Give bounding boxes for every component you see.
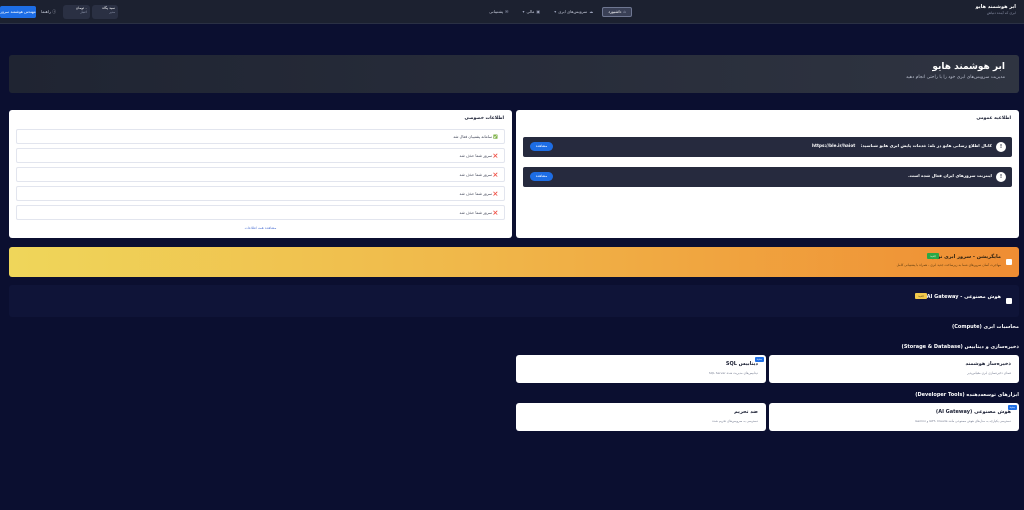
help-icon: ⓘ <box>52 9 57 14</box>
smart-engineer-button[interactable]: مهندس هوشمند سرور <box>0 6 36 18</box>
chat-icon: ✉ <box>505 9 509 14</box>
section-title-dev-tools: ابزارهای توسعه‌دهنده (Developer Tools) <box>915 392 1019 398</box>
panel-title: اطلاعیه عمومی <box>976 116 1011 121</box>
status-row[interactable]: ❌ سرور شما حذف شد <box>16 148 505 163</box>
megaphone-icon: ! <box>996 172 1006 182</box>
chevron-down-icon: ▾ <box>522 9 525 14</box>
service-description: فضای ذخیره‌سازی ابری مقیاس‌پذیر <box>967 371 1011 375</box>
notice-text: کانال اطلاع رسانی هایو در بله: خدمات پای… <box>811 143 992 148</box>
status-row[interactable]: ❌ سرور شما حذف شد <box>16 205 505 220</box>
nav-label: مالی <box>526 9 535 14</box>
notice-text: اینترنت سرورهای ایران فعال شده است. <box>908 173 992 178</box>
status-text: سرور شما حذف شد <box>459 153 493 158</box>
service-name: ضد تحریم <box>734 409 758 415</box>
notice-link[interactable]: https://ble.ir/haiot <box>812 143 855 148</box>
home-icon: ⌂ <box>623 9 626 14</box>
cross-icon: ❌ <box>493 153 498 158</box>
nav-label: سرویس‌های ابری <box>558 9 588 14</box>
cloud-icon: ☁ <box>589 9 594 14</box>
public-notices-panel: اطلاعیه عمومی ! کانال اطلاع رسانی هایو د… <box>516 110 1019 238</box>
megaphone-icon: ! <box>996 142 1006 152</box>
page-title: ابر هوشمند هایو <box>932 62 1005 72</box>
cross-icon: ❌ <box>493 172 498 177</box>
private-info-panel: اطلاعات خصوصی ✅ سامانه پشتیبان فعال شد ❌… <box>9 110 512 238</box>
service-card-sql[interactable]: جدید دیتابیس SQL دیتابیس‌های مدیریت شده … <box>516 355 766 383</box>
status-text: سرور شما حذف شد <box>459 191 493 196</box>
wallet-icon: ▣ <box>536 9 541 14</box>
user-role: مدیر <box>109 10 115 14</box>
main-nav: ⌂ داشبورد ☁ سرویس‌های ابری ▾ ▣ مالی ▾ ✉ … <box>484 7 632 17</box>
section-title-storage: ذخیره‌سازی و دیتابیس (Storage & Database… <box>901 344 1019 350</box>
status-text: سرور شما حذف شد <box>459 210 493 215</box>
service-name: دیتابیس SQL <box>725 361 758 367</box>
cross-icon: ❌ <box>493 210 498 215</box>
notice-view-button[interactable]: مشاهده <box>530 172 553 181</box>
service-name: ذخیره‌ساز هوشمند <box>965 361 1012 367</box>
ai-gateway-banner[interactable]: هوش مصنوعی - AI Gateway جدید <box>9 285 1019 317</box>
status-text: سامانه پشتیبان فعال شد <box>453 134 493 139</box>
nav-label: داشبورد <box>608 9 622 14</box>
top-bar: ابر هوشمند هایو ابری که آینده دنیاش ⌂ دا… <box>0 0 1024 24</box>
banner-title: مایگریشن - سرور ابری نوین <box>930 254 1001 260</box>
brand-title: ابر هوشمند هایو <box>975 4 1016 10</box>
service-card-smart-storage[interactable]: ذخیره‌ساز هوشمند فضای ذخیره‌سازی ابری مق… <box>769 355 1019 383</box>
nav-cloud-services[interactable]: ☁ سرویس‌های ابری ▾ <box>549 7 598 17</box>
notice-item: ! اینترنت سرورهای ایران فعال شده است. مش… <box>523 167 1012 187</box>
guide-label: راهنما <box>41 9 51 14</box>
credit-label: اعتبار <box>80 10 87 14</box>
hero-banner: ابر هوشمند هایو مدیریت سرویس‌های ابری خو… <box>9 55 1019 93</box>
brand-subtitle: ابری که آینده دنیاش <box>986 11 1016 15</box>
user-menu[interactable]: سید پگاه مدیر <box>92 5 118 19</box>
nav-finance[interactable]: ▣ مالی ▾ <box>517 7 545 17</box>
new-badge: جدید <box>915 293 927 299</box>
guide-link[interactable]: ⓘ راهنما <box>41 9 56 15</box>
new-badge: جدید <box>927 253 939 259</box>
status-text: سرور شما حذف شد <box>459 172 493 177</box>
chevron-down-icon: ▾ <box>554 9 557 14</box>
nav-label: پشتیبانی <box>489 9 504 14</box>
status-row[interactable]: ❌ سرور شما حذف شد <box>16 167 505 182</box>
view-all-info-link[interactable]: مشاهده همه اطلاعات <box>9 226 512 230</box>
notice-item: ! کانال اطلاع رسانی هایو در بله: خدمات پ… <box>523 137 1012 157</box>
panel-title: اطلاعات خصوصی <box>464 116 504 121</box>
brand[interactable]: ابر هوشمند هایو ابری که آینده دنیاش <box>976 4 1016 15</box>
status-row[interactable]: ❌ سرور شما حذف شد <box>16 186 505 201</box>
notice-view-button[interactable]: مشاهده <box>530 142 553 151</box>
checkbox[interactable] <box>1006 298 1012 304</box>
page-subtitle: مدیریت سرویس‌های ابری خود را با راحتی ان… <box>906 75 1005 80</box>
section-title-compute: محاسبات ابری (Compute) <box>951 324 1019 330</box>
checkbox[interactable] <box>1006 259 1012 265</box>
service-card-ai-gateway[interactable]: جدید هوش مصنوعی (AI Gateway) دسترسی یکپا… <box>769 403 1019 431</box>
service-description: دسترسی به سرویس‌های تحریم شده <box>712 419 758 423</box>
service-card-anti-sanction[interactable]: ضد تحریم دسترسی به سرویس‌های تحریم شده <box>516 403 766 431</box>
status-row[interactable]: ✅ سامانه پشتیبان فعال شد <box>16 129 505 144</box>
nav-dashboard[interactable]: ⌂ داشبورد <box>602 7 632 17</box>
service-description: دسترسی یکپارچه به مدل‌های هوش مصنوعی مان… <box>915 419 1011 423</box>
nav-support[interactable]: ✉ پشتیبانی <box>484 7 513 17</box>
service-name: هوش مصنوعی (AI Gateway) <box>935 409 1011 415</box>
cross-icon: ❌ <box>493 191 498 196</box>
banner-title: هوش مصنوعی - AI Gateway <box>926 294 1001 300</box>
migration-banner[interactable]: مایگریشن - سرور ابری نوین جدید مهاجرت آس… <box>9 247 1019 277</box>
service-description: دیتابیس‌های مدیریت شده SQL Server <box>708 371 758 375</box>
banner-description: مهاجرت آسان سرورهای شما به زیرساخت جدید … <box>896 263 1001 267</box>
check-icon: ✅ <box>493 134 498 139</box>
credit-balance[interactable]: ۰ تومان اعتبار <box>63 5 90 19</box>
